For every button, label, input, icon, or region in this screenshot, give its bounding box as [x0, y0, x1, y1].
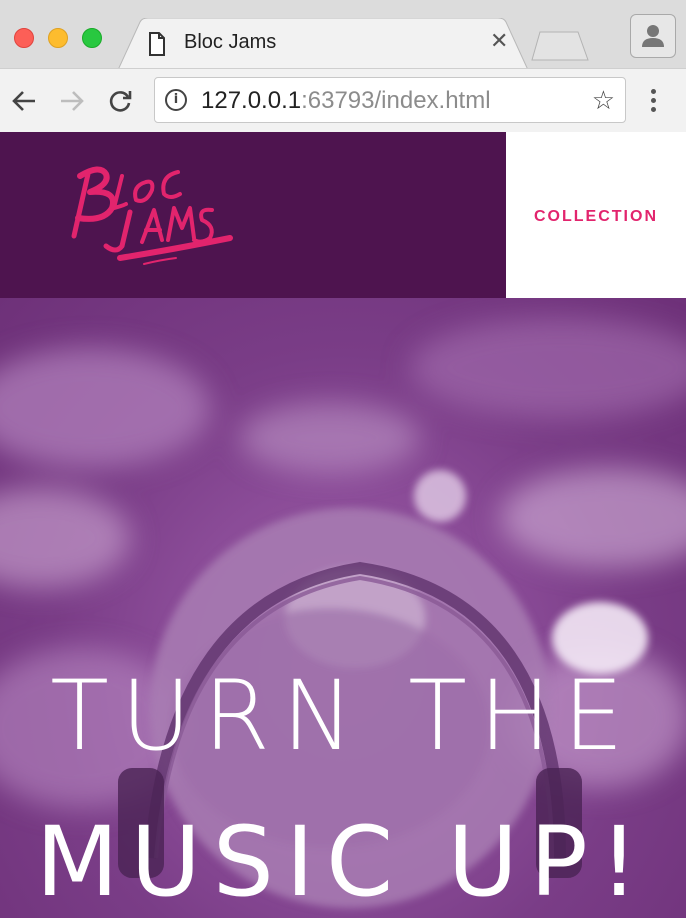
address-bar[interactable]: i 127.0.0.1:63793/index.html ☆ [154, 77, 626, 123]
browser-chrome: Bloc Jams ✕ i 127.0.0.1:63793/index.html… [0, 0, 686, 132]
browser-tab[interactable]: Bloc Jams ✕ [118, 18, 528, 70]
menu-icon[interactable] [648, 89, 658, 115]
hero-title-line2: MUSIC UP! [35, 806, 651, 918]
nav-links-area: COLLECTION [506, 132, 686, 298]
window-close-button[interactable] [14, 28, 34, 48]
new-tab-button[interactable] [530, 30, 590, 67]
tab-title: Bloc Jams [184, 31, 277, 53]
page-content: COLLECTION TURN THE MUSIC UP! [0, 132, 686, 918]
star-icon[interactable]: ☆ [592, 87, 615, 113]
reload-icon[interactable] [106, 87, 134, 115]
tab-shape [118, 18, 528, 70]
browser-toolbar: i 127.0.0.1:63793/index.html ☆ [0, 68, 686, 132]
site-navbar [0, 132, 506, 298]
back-arrow-icon[interactable] [10, 87, 38, 115]
window-maximize-button[interactable] [82, 28, 102, 48]
close-icon[interactable]: ✕ [490, 30, 508, 52]
window-minimize-button[interactable] [48, 28, 68, 48]
document-icon [148, 32, 166, 61]
profile-button[interactable] [630, 14, 676, 58]
info-icon[interactable]: i [165, 89, 187, 111]
nav-link-collection[interactable]: COLLECTION [506, 208, 686, 226]
url-text: 127.0.0.1:63793/index.html [201, 87, 491, 114]
hero-section: TURN THE MUSIC UP! [0, 298, 686, 918]
forward-arrow-icon[interactable] [58, 87, 86, 115]
hero-title-line1: TURN THE [50, 660, 636, 772]
logo[interactable] [60, 146, 250, 281]
profile-icon [642, 25, 664, 47]
